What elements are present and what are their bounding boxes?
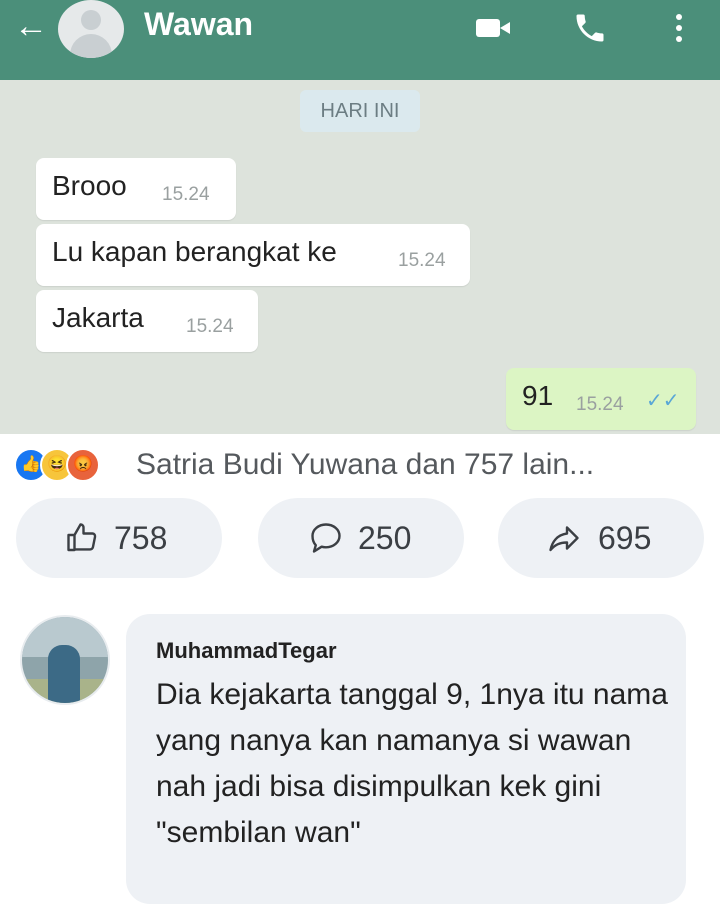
thumbs-up-icon [62,520,102,556]
phone-call-icon[interactable] [572,10,612,46]
message-time: 15.24 [162,184,210,205]
reactions-summary-text[interactable]: Satria Budi Yuwana dan 757 lain... [136,448,594,482]
chat-header: ← Wawan [0,0,720,80]
contact-avatar[interactable] [58,0,124,58]
message-time: 15.24 [576,394,624,415]
comment-text: Dia kejakarta tanggal 9, 1nya itu nama y… [156,678,668,849]
back-arrow-icon[interactable]: ← [14,8,50,44]
message-time: 15.24 [186,316,234,337]
chat-area: HARI INI Brooo 15.24 Lu kapan berangkat … [0,80,720,434]
message-time: 15.24 [398,250,446,271]
read-receipt-icon: ✓✓ [646,390,680,412]
message-bubble-outgoing[interactable]: 91 15.24 ✓✓ [506,368,696,430]
message-bubble-incoming[interactable]: Brooo 15.24 [36,158,236,220]
avatar-body-shape [70,34,112,58]
message-bubble-incoming[interactable]: Jakarta 15.24 [36,290,258,352]
like-button[interactable]: 758 [16,498,222,578]
like-count: 758 [114,520,168,556]
message-text: Jakarta [52,302,144,333]
commenter-avatar[interactable] [20,615,110,705]
date-chip: HARI INI [300,90,420,132]
message-bubble-incoming[interactable]: Lu kapan berangkat ke 15.24 [36,224,470,286]
comment-bubble: MuhammadTegar Dia kejakarta tanggal 9, 1… [126,614,686,904]
avatar-head-shape [81,10,101,30]
message-text: Brooo [52,170,127,201]
video-call-icon[interactable] [474,10,514,46]
angry-reaction-icon: 😡 [66,448,100,482]
share-count: 695 [598,520,652,556]
commenter-name[interactable]: MuhammadTegar [156,638,337,664]
share-button[interactable]: 695 [498,498,704,578]
more-options-icon[interactable] [664,10,704,46]
contact-name[interactable]: Wawan [144,6,253,43]
share-arrow-icon [544,520,584,556]
message-text: Lu kapan berangkat ke [52,236,337,267]
comment-button[interactable]: 250 [258,498,464,578]
comment-bubble-icon [306,520,346,556]
message-text: 91 [522,380,554,411]
comment-count: 250 [358,520,412,556]
reactions-summary[interactable]: 👍 😆 😡 Satria Budi Yuwana dan 757 lain... [14,446,714,486]
